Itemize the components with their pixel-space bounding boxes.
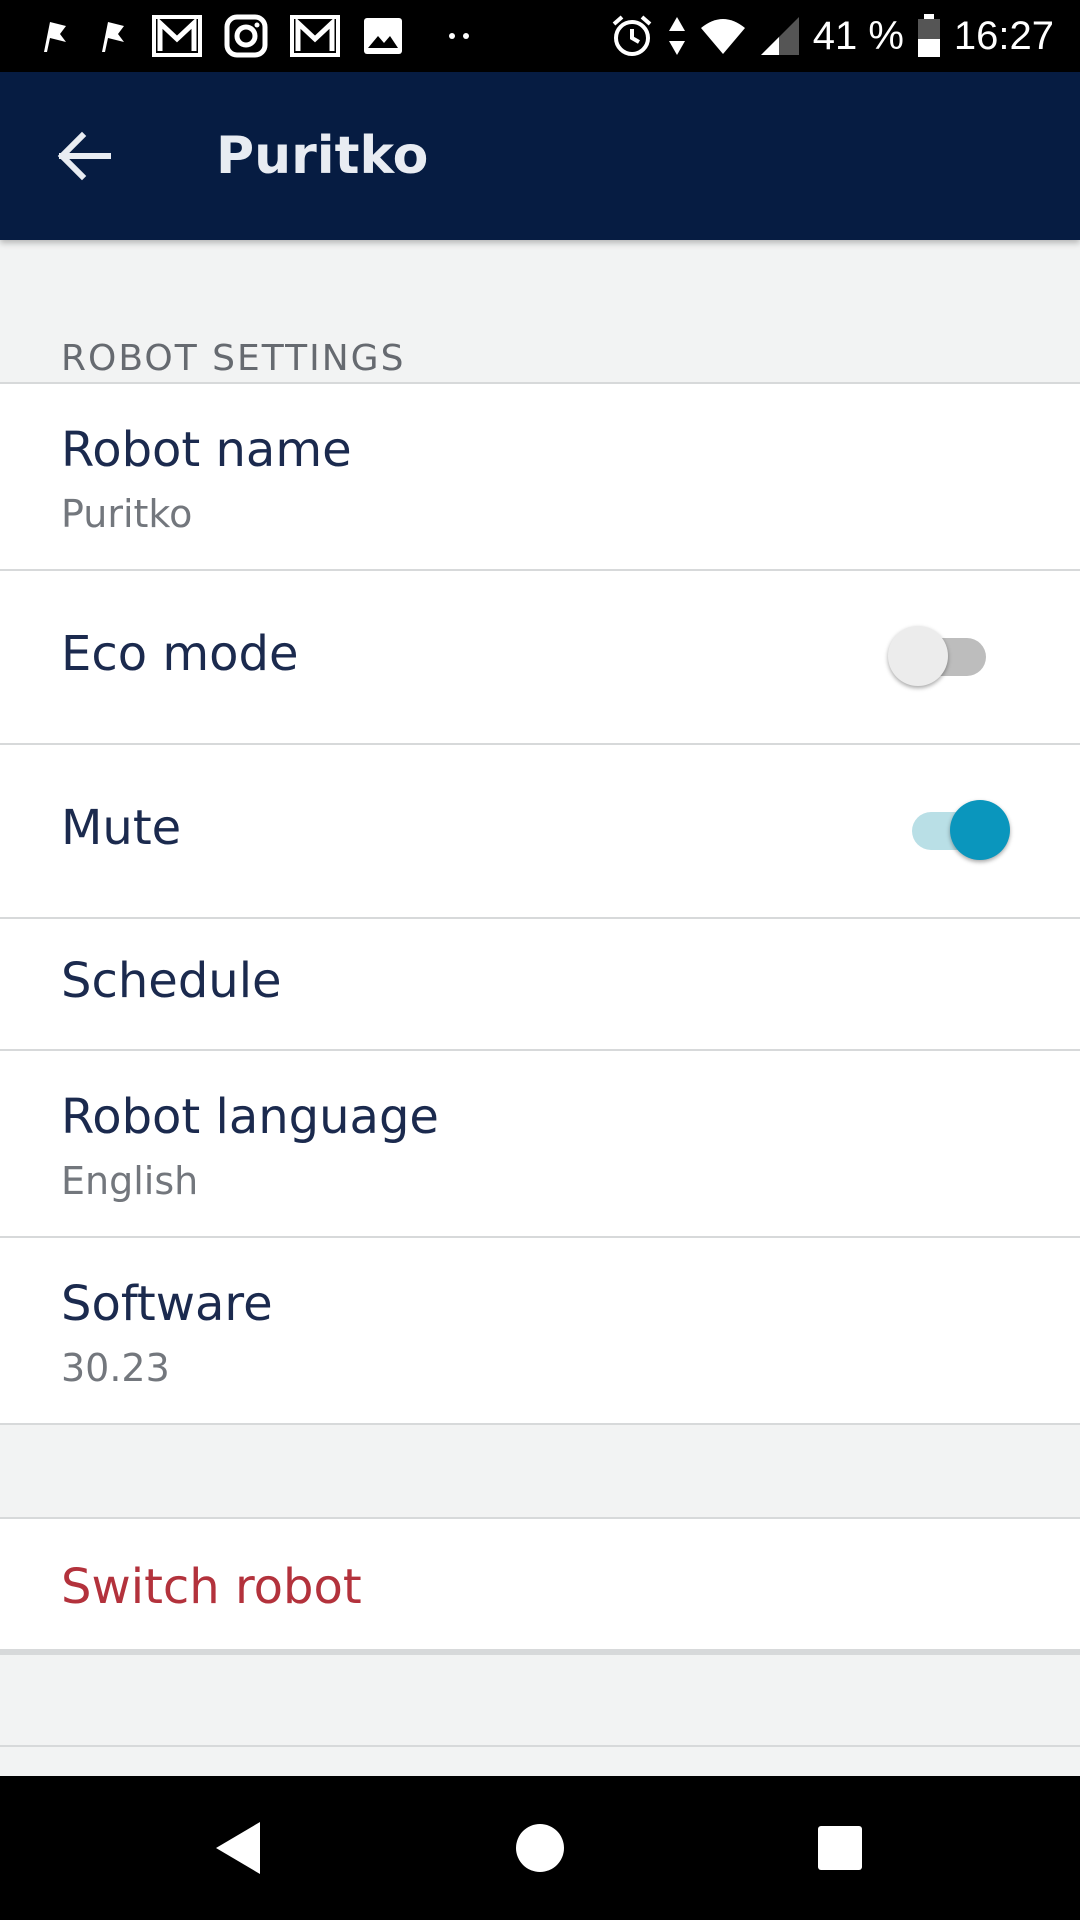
app-bar: Puritko <box>0 72 1080 240</box>
toggle-knob <box>950 800 1010 860</box>
gmail-icon <box>290 15 340 57</box>
battery-percent: 41 % <box>812 14 904 58</box>
data-arrows-icon <box>668 17 685 55</box>
page-title: Puritko <box>216 126 429 186</box>
nav-recents-icon[interactable] <box>808 1816 872 1880</box>
robot-name-value: Puritko <box>61 492 193 536</box>
battery-icon <box>917 14 940 57</box>
notification-icons <box>36 12 486 60</box>
nav-home-icon[interactable] <box>508 1816 572 1880</box>
nav-back-icon[interactable] <box>208 1816 272 1880</box>
more-dots-icon <box>449 33 469 39</box>
navigation-bar <box>0 1776 1080 1920</box>
schedule-row[interactable]: Schedule <box>0 919 1080 1051</box>
robot-language-row[interactable]: Robot language English <box>0 1051 1080 1238</box>
gmail-icon <box>152 15 202 57</box>
section-spacer <box>0 1425 1080 1519</box>
settings-list: ROBOT SETTINGS Robot name Puritko Eco mo… <box>0 240 1080 1747</box>
eco-mode-toggle[interactable] <box>888 621 1008 691</box>
wifi-icon <box>700 19 745 54</box>
section-header-label: ROBOT SETTINGS <box>61 338 406 379</box>
schedule-label: Schedule <box>61 953 282 1009</box>
robot-language-value: English <box>61 1159 199 1203</box>
alarm-icon <box>612 15 652 56</box>
signal-icon <box>760 17 799 55</box>
mute-label: Mute <box>61 800 182 856</box>
software-row[interactable]: Software 30.23 <box>0 1238 1080 1425</box>
status-bar: 41 % 16:27 <box>0 0 1080 72</box>
flag-icon <box>44 22 66 52</box>
mute-toggle[interactable] <box>902 795 1022 865</box>
mute-row[interactable]: Mute <box>0 745 1080 919</box>
system-icons: 41 % 16:27 <box>609 0 1054 72</box>
switch-robot-label: Switch robot <box>61 1559 362 1615</box>
software-version: 30.23 <box>61 1346 170 1390</box>
toggle-knob <box>888 626 948 686</box>
clock: 16:27 <box>953 14 1054 58</box>
arrow-left-icon[interactable] <box>52 124 116 188</box>
switch-robot-button[interactable]: Switch robot <box>0 1519 1080 1651</box>
instagram-icon <box>224 14 268 58</box>
section-header: ROBOT SETTINGS <box>0 240 1080 384</box>
eco-mode-label: Eco mode <box>61 626 299 682</box>
flag-icon <box>102 22 124 52</box>
gallery-icon <box>364 18 402 54</box>
robot-language-label: Robot language <box>61 1089 439 1145</box>
software-label: Software <box>61 1276 273 1332</box>
bottom-spacer <box>0 1651 1080 1747</box>
robot-name-row[interactable]: Robot name Puritko <box>0 384 1080 571</box>
eco-mode-row[interactable]: Eco mode <box>0 571 1080 745</box>
robot-name-label: Robot name <box>61 422 352 478</box>
